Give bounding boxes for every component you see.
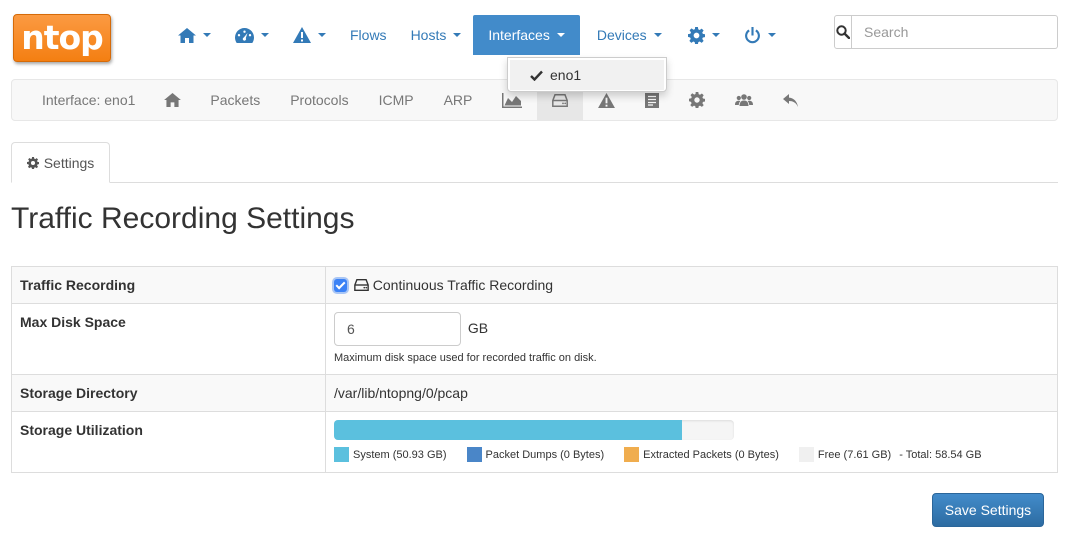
row-storage-utilization: Storage Utilization System (50.93 GB) Pac… xyxy=(11,411,1058,473)
subnav-protocols-label: Protocols xyxy=(290,92,349,108)
search-icon xyxy=(836,25,850,39)
subnav-packets-label: Packets xyxy=(210,92,261,108)
hdd-icon xyxy=(552,93,569,107)
ntop-logo[interactable]: ntop xyxy=(13,14,111,62)
home-icon xyxy=(178,27,196,43)
legend-swatch xyxy=(798,447,814,462)
power-icon xyxy=(744,26,760,43)
nav-hosts-label: Hosts xyxy=(410,27,447,43)
page-title: Traffic Recording Settings xyxy=(11,202,355,235)
save-settings-button[interactable]: Save Settings xyxy=(932,493,1044,527)
interface-name-label: Interface: eno1 xyxy=(42,92,136,108)
search-button[interactable] xyxy=(834,15,852,49)
row-storage-directory: Storage Directory /var/lib/ntopng/0/pcap xyxy=(11,374,1058,412)
search-box xyxy=(834,15,1058,49)
check-icon xyxy=(530,70,543,81)
nav-interfaces-label: Interfaces xyxy=(488,27,550,43)
nav-alerts[interactable] xyxy=(281,15,338,55)
max-disk-space-unit: GB xyxy=(467,319,489,336)
subnav-arp[interactable]: ARP xyxy=(429,80,488,120)
max-disk-space-label: Max Disk Space xyxy=(11,303,326,375)
reply-icon xyxy=(783,93,799,107)
settings-tabs: Settings xyxy=(11,142,1058,183)
dropdown-item-eno1[interactable]: eno1 xyxy=(510,60,664,90)
subnav-users[interactable] xyxy=(720,80,768,120)
chevron-down-icon xyxy=(261,33,269,37)
legend-label: Packet Dumps (0 Bytes) xyxy=(485,448,605,461)
traffic-recording-value: Continuous Traffic Recording xyxy=(325,266,1058,304)
max-disk-space-hint: Maximum disk space used for recorded tra… xyxy=(334,352,597,364)
nav-flows-label: Flows xyxy=(350,27,387,43)
dashboard-icon xyxy=(235,27,254,43)
dropdown-item-label: eno1 xyxy=(550,67,582,83)
legend-label: Extracted Packets (0 Bytes) xyxy=(643,448,779,461)
legend-label: System (50.93 GB) xyxy=(353,448,447,461)
alert-icon xyxy=(598,92,616,108)
subnav-protocols[interactable]: Protocols xyxy=(275,80,363,120)
subnav-packets[interactable]: Packets xyxy=(195,80,275,120)
max-disk-space-input[interactable] xyxy=(334,312,461,346)
gear-icon xyxy=(26,156,39,169)
gear-icon xyxy=(689,92,706,108)
gear-icon xyxy=(687,26,705,44)
storage-total: - Total: 58.54 GB xyxy=(899,448,982,461)
chevron-down-icon xyxy=(653,33,662,37)
interfaces-dropdown-menu: eno1 xyxy=(507,57,667,92)
storage-legend-item: Packet Dumps (0 Bytes) xyxy=(466,447,605,462)
storage-bar-segment xyxy=(334,420,682,440)
chevron-down-icon xyxy=(767,33,776,37)
row-traffic-recording: Traffic Recording Continuous Traffic Rec… xyxy=(11,266,1058,304)
storage-legend-item: Extracted Packets (0 Bytes) xyxy=(624,447,779,462)
storage-directory-label: Storage Directory xyxy=(11,374,326,412)
tab-settings[interactable]: Settings xyxy=(11,142,110,183)
row-max-disk-space: Max Disk Space GB Maximum disk space use… xyxy=(11,303,1058,375)
chevron-down-icon xyxy=(711,33,720,37)
storage-progress-bar xyxy=(334,420,734,440)
traffic-recording-label: Traffic Recording xyxy=(11,266,326,304)
legend-label: Free (7.61 GB) xyxy=(817,448,892,461)
chevron-down-icon xyxy=(318,33,326,37)
subnav-settings[interactable] xyxy=(674,80,720,120)
legend-swatch xyxy=(624,447,640,462)
users-icon xyxy=(735,94,754,106)
tab-settings-label: Settings xyxy=(43,154,95,171)
storage-legend-item: System (50.93 GB) xyxy=(334,447,447,462)
storage-utilization-value: System (50.93 GB) Packet Dumps (0 Bytes) E… xyxy=(325,411,1058,473)
nav-hosts[interactable]: Hosts xyxy=(399,15,474,55)
subnav-back[interactable] xyxy=(768,80,813,120)
top-nav: Flows Hosts Interfaces Devices xyxy=(166,15,788,55)
storage-legend-item: Free (7.61 GB) xyxy=(798,447,892,462)
chevron-down-icon xyxy=(453,33,462,37)
legend-swatch xyxy=(334,447,349,462)
continuous-recording-label: Continuous Traffic Recording xyxy=(372,277,554,293)
storage-legend: System (50.93 GB) Packet Dumps (0 Bytes) E… xyxy=(334,447,1049,462)
storage-utilization-label: Storage Utilization xyxy=(11,411,326,473)
nav-devices-label: Devices xyxy=(596,27,647,43)
hdd-icon xyxy=(354,279,369,291)
alert-icon xyxy=(293,27,311,43)
chevron-down-icon xyxy=(556,33,565,37)
continuous-recording-checkbox[interactable] xyxy=(334,279,347,292)
nav-settings[interactable] xyxy=(676,15,732,55)
legend-swatch xyxy=(466,447,482,462)
search-input[interactable] xyxy=(852,15,1058,49)
storage-directory-value: /var/lib/ntopng/0/pcap xyxy=(325,374,1058,412)
nav-devices[interactable]: Devices xyxy=(580,15,676,55)
subnav-icmp[interactable]: ICMP xyxy=(364,80,429,120)
area-chart-icon xyxy=(502,92,523,108)
subnav-home[interactable] xyxy=(150,80,195,120)
settings-table: Traffic Recording Continuous Traffic Rec… xyxy=(11,266,1058,473)
nav-interfaces[interactable]: Interfaces xyxy=(473,15,580,55)
nav-dashboard[interactable] xyxy=(223,15,281,55)
report-icon xyxy=(645,92,660,108)
nav-power[interactable] xyxy=(732,15,788,55)
nav-home[interactable] xyxy=(166,15,223,55)
subnav-arp-label: ARP xyxy=(443,92,473,108)
subnav-interface-name[interactable]: Interface: eno1 xyxy=(12,80,150,120)
chevron-down-icon xyxy=(203,33,211,37)
nav-flows[interactable]: Flows xyxy=(338,15,399,55)
subnav-icmp-label: ICMP xyxy=(378,92,414,108)
max-disk-space-value: GB Maximum disk space used for recorded … xyxy=(325,303,1058,375)
home-icon xyxy=(164,93,182,107)
